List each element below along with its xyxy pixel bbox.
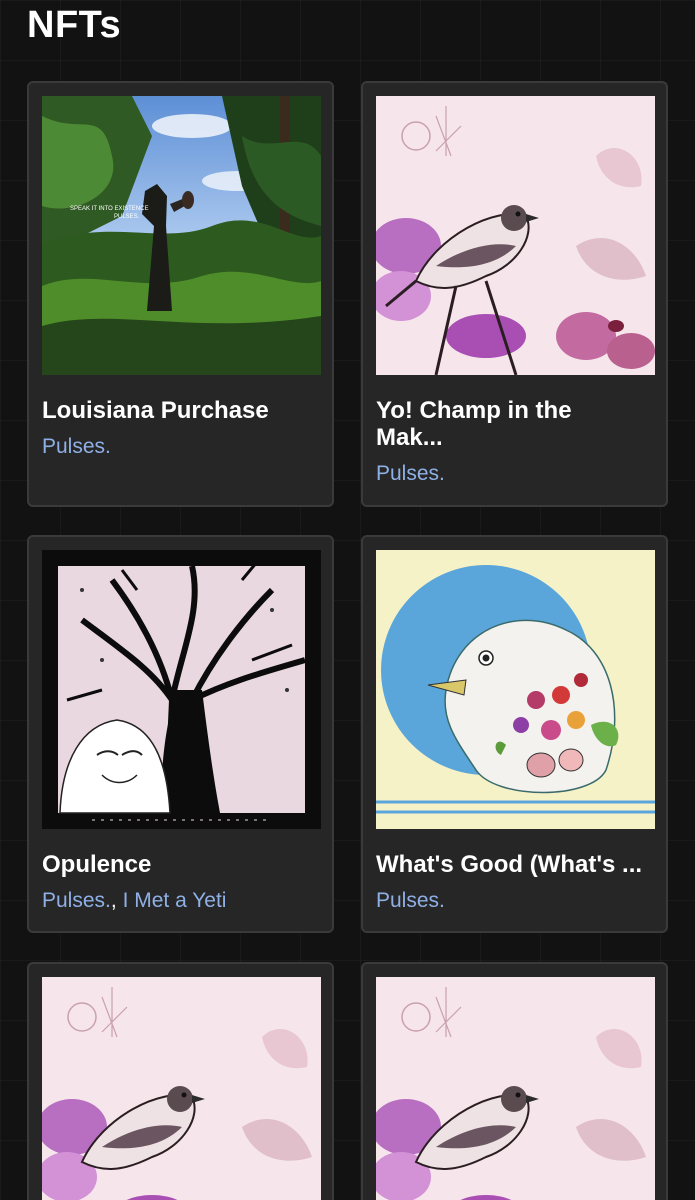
nft-artists: Pulses. (376, 889, 445, 913)
nft-grid: SPEAK IT INTO EXISTENCE PULSES. Louisian… (0, 0, 695, 1200)
nft-card[interactable] (27, 962, 334, 1200)
tree-yeti-illustration (42, 550, 321, 829)
nft-title[interactable]: Opulence (42, 851, 322, 878)
nft-artwork (376, 977, 655, 1200)
nft-artwork (376, 96, 655, 375)
nft-title[interactable]: Yo! Champ in the Mak... (376, 397, 586, 451)
nft-artwork: SPEAK IT INTO EXISTENCE PULSES. (42, 96, 321, 375)
nft-title[interactable]: What's Good (What's ... (376, 851, 656, 878)
nft-artwork (42, 977, 321, 1200)
artist-link[interactable]: Pulses. (42, 435, 111, 458)
bird-flowers-illustration (376, 96, 655, 375)
artist-link[interactable]: Pulses. (376, 462, 445, 485)
nft-title[interactable]: Louisiana Purchase (42, 397, 322, 424)
artwork-caption: SPEAK IT INTO EXISTENCE (70, 206, 148, 212)
nft-card-opulence[interactable]: Opulence Pulses., I Met a Yeti (27, 535, 334, 933)
nft-artists: Pulses., I Met a Yeti (42, 889, 226, 913)
artist-link[interactable]: I Met a Yeti (123, 889, 227, 912)
bird-flowers-illustration (376, 977, 655, 1200)
nft-artists: Pulses. (376, 462, 445, 486)
artist-link[interactable]: Pulses. (42, 889, 111, 912)
artist-separator: , (110, 889, 117, 912)
artwork-caption-2: PULSES. (114, 214, 140, 220)
artist-link[interactable]: Pulses. (376, 889, 445, 912)
nft-card-yo-champ[interactable]: Yo! Champ in the Mak... Pulses. (361, 81, 668, 507)
nft-artwork (42, 550, 321, 829)
nft-card-louisiana-purchase[interactable]: SPEAK IT INTO EXISTENCE PULSES. Louisian… (27, 81, 334, 507)
nft-card-whats-good[interactable]: What's Good (What's ... Pulses. (361, 535, 668, 933)
nft-card[interactable] (361, 962, 668, 1200)
nft-artwork (376, 550, 655, 829)
bird-bouquet-illustration (376, 550, 655, 829)
nft-artists: Pulses. (42, 435, 111, 459)
bird-flowers-illustration (42, 977, 321, 1200)
forest-photo-image: SPEAK IT INTO EXISTENCE PULSES. (42, 96, 321, 375)
